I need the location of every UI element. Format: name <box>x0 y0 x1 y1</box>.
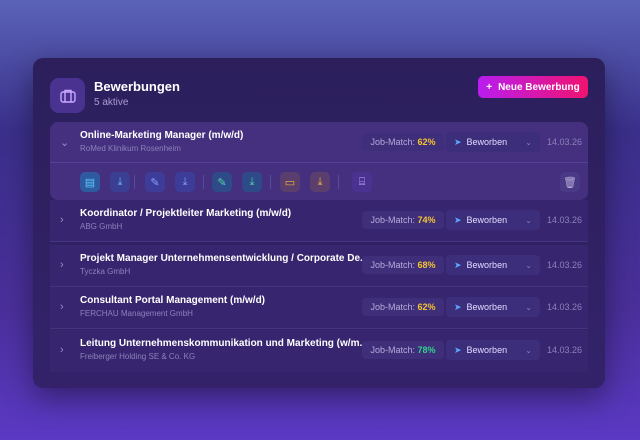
job-match-badge: Job-Match: 62% <box>362 133 444 151</box>
application-row[interactable]: › Projekt Manager Unternehmensentwicklun… <box>50 245 588 287</box>
new-application-button[interactable]: + Neue Bewerbung <box>478 76 588 98</box>
job-match-badge: Job-Match: 68% <box>362 256 444 274</box>
briefcase-icon <box>50 78 85 113</box>
send-icon: ➤ <box>454 344 462 355</box>
date: 14.03.26 <box>547 302 583 312</box>
plus-icon: + <box>486 81 493 93</box>
job-title: Leitung Unternehmenskommunikation und Ma… <box>80 338 368 349</box>
date: 14.03.26 <box>547 345 583 355</box>
divider <box>270 175 271 189</box>
status-select[interactable]: ➤ Beworben ⌄ <box>446 297 540 317</box>
divider <box>338 175 339 189</box>
page-title: Bewerbungen <box>94 79 180 94</box>
date: 14.03.26 <box>547 260 583 270</box>
job-match-badge: Job-Match: 74% <box>362 211 444 229</box>
chevron-down-icon: ⌄ <box>525 260 532 270</box>
trash-icon[interactable]: 🗑 <box>560 172 580 192</box>
job-match-badge: Job-Match: 62% <box>362 298 444 316</box>
company-name: FERCHAU Management GmbH <box>80 309 193 318</box>
active-count: 5 aktive <box>94 97 129 108</box>
chevron-down-icon: ⌄ <box>525 345 532 355</box>
divider <box>134 175 135 189</box>
send-icon: ➤ <box>454 259 462 270</box>
chevron-down-icon: ⌄ <box>525 215 532 225</box>
job-title: Consultant Portal Management (m/w/d) <box>80 295 266 306</box>
company-name: Freiberger Holding SE & Co. KG <box>80 352 196 361</box>
chevron-right-icon[interactable]: › <box>60 344 64 356</box>
company-name: Tyczka GmbH <box>80 267 131 276</box>
application-row[interactable]: › Consultant Portal Management (m/w/d) F… <box>50 287 588 329</box>
job-match-badge: Job-Match: 78% <box>362 341 444 359</box>
send-icon: ➤ <box>454 214 462 225</box>
date: 14.03.26 <box>547 137 583 147</box>
briefcase-icon[interactable]: ⌸ <box>352 172 372 192</box>
pencil-icon[interactable]: ✎ <box>145 172 165 192</box>
application-row[interactable]: ⌄ Online-Marketing Manager (m/w/d) RoMed… <box>50 122 588 200</box>
job-title: Koordinator / Projektleiter Marketing (m… <box>80 208 292 219</box>
chat-icon[interactable]: ▭ <box>280 172 300 192</box>
divider <box>203 175 204 189</box>
status-select[interactable]: ➤ Beworben ⌄ <box>446 132 540 152</box>
chevron-down-icon[interactable]: ⌄ <box>60 136 69 149</box>
document-icon[interactable]: ▤ <box>80 172 100 192</box>
application-row[interactable]: › Koordinator / Projektleiter Marketing … <box>50 200 588 242</box>
company-name: RoMed Klinikum Rosenheim <box>80 144 181 153</box>
download-icon[interactable]: ⤓ <box>310 172 330 192</box>
job-title: Online-Marketing Manager (m/w/d) <box>80 130 244 141</box>
download-icon[interactable]: ⤓ <box>175 172 195 192</box>
send-icon: ➤ <box>454 301 462 312</box>
chevron-right-icon[interactable]: › <box>60 214 64 226</box>
application-row[interactable]: › Leitung Unternehmenskommunikation und … <box>50 330 588 372</box>
job-title: Projekt Manager Unternehmensentwicklung … <box>80 253 369 264</box>
download-icon[interactable]: ⤓ <box>110 172 130 192</box>
status-select[interactable]: ➤ Beworben ⌄ <box>446 210 540 230</box>
chevron-right-icon[interactable]: › <box>60 259 64 271</box>
download-icon[interactable]: ⤓ <box>242 172 262 192</box>
status-select[interactable]: ➤ Beworben ⌄ <box>446 340 540 360</box>
send-icon: ➤ <box>454 136 462 147</box>
chevron-right-icon[interactable]: › <box>60 301 64 313</box>
company-name: ABG GmbH <box>80 222 123 231</box>
chevron-down-icon: ⌄ <box>525 137 532 147</box>
action-bar: ▤ ⤓ ✎ ⤓ ✎ ⤓ ▭ ⤓ ⌸ 🗑 <box>50 162 588 200</box>
chevron-down-icon: ⌄ <box>525 302 532 312</box>
applications-panel: Bewerbungen 5 aktive + Neue Bewerbung ⌄ O… <box>33 58 605 388</box>
pencil-icon[interactable]: ✎ <box>212 172 232 192</box>
status-select[interactable]: ➤ Beworben ⌄ <box>446 255 540 275</box>
date: 14.03.26 <box>547 215 583 225</box>
